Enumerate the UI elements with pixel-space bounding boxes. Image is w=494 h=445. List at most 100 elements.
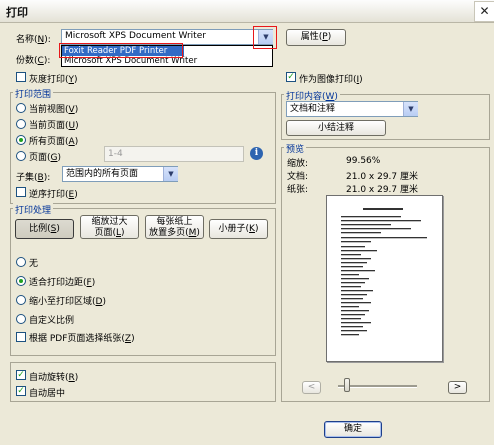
current-view-label: 当前视图(V): [29, 105, 79, 115]
ok-button[interactable]: 确定: [324, 421, 382, 438]
pdf-page-size-label: 根据 PDF页面选择纸张(Z): [29, 334, 135, 344]
scale-tab-button[interactable]: 比例(S): [15, 219, 74, 239]
auto-center-checkbox[interactable]: ✓: [16, 386, 26, 396]
properties-button[interactable]: 属性(P): [286, 29, 346, 46]
print-content-select[interactable]: 文档和注释: [286, 101, 418, 117]
print-content-selected-value: 文档和注释: [290, 104, 336, 114]
previous-page-button[interactable]: <: [302, 381, 321, 394]
preview-page-content: [341, 208, 427, 336]
preview-line: [341, 314, 365, 316]
preview-line: [341, 228, 411, 230]
preview-line: [341, 334, 359, 336]
highlight-box: [59, 43, 183, 58]
preview-page: [326, 195, 443, 362]
radio-scale-none[interactable]: [16, 257, 26, 267]
preview-line: [341, 232, 381, 234]
zoom-label: 缩放:: [287, 159, 309, 169]
preview-line: [341, 270, 375, 272]
booklet-tab-button[interactable]: 小册子(K): [209, 219, 268, 239]
preview-line: [341, 282, 365, 284]
radio-custom-scale[interactable]: [16, 314, 26, 324]
document-size-label: 文档:: [287, 172, 309, 182]
print-content-dropdown-arrow-icon[interactable]: ▼: [403, 102, 418, 116]
highlight-box: [253, 26, 277, 49]
subset-select[interactable]: 范围内的所有页面: [62, 166, 178, 182]
copies-label: 份数(C):: [16, 56, 51, 66]
grayscale-label: 灰度打印(Y): [29, 75, 78, 85]
preview-line: [341, 278, 369, 280]
reverse-order-checkbox[interactable]: [16, 187, 26, 197]
preview-line: [341, 318, 361, 320]
radio-all-pages[interactable]: [16, 135, 26, 145]
subset-label: 子集(B):: [16, 173, 51, 183]
next-page-button[interactable]: >: [448, 381, 467, 394]
auto-rotate-label: 自动旋转(R): [29, 373, 79, 383]
preview-line: [341, 286, 361, 288]
preview-line: [341, 310, 369, 312]
grayscale-checkbox[interactable]: [16, 72, 26, 82]
preview-line: [341, 306, 359, 308]
summarize-comments-button[interactable]: 小结注释: [286, 120, 386, 136]
title-bar: [0, 0, 494, 23]
reverse-order-label: 逆序打印(E): [29, 190, 78, 200]
radio-current-page[interactable]: [16, 119, 26, 129]
multi-line-1: 每张纸上: [156, 217, 193, 227]
print-as-image-label: 作为图像打印(I): [299, 75, 363, 85]
radio-current-view[interactable]: [16, 103, 26, 113]
paper-size-label: 纸张:: [287, 185, 309, 195]
multiple-pages-tab-button[interactable]: 每张纸上 放置多页(M): [145, 215, 204, 239]
preview-line: [341, 290, 373, 292]
shrink-tab-button[interactable]: 缩放过大 页面(L): [80, 215, 139, 239]
scale-none-label: 无: [29, 259, 39, 269]
radio-pages[interactable]: [16, 151, 26, 161]
preview-line: [341, 294, 367, 296]
pages-input[interactable]: 1-4: [104, 146, 244, 162]
preview-title: 预览: [284, 142, 307, 155]
preview-line: [341, 246, 365, 248]
preview-line: [341, 322, 371, 324]
preview-line: [341, 302, 371, 304]
info-icon[interactable]: i: [250, 147, 263, 160]
preview-line: [363, 208, 403, 210]
radio-shrink-area[interactable]: [16, 295, 26, 305]
close-icon: ✕: [479, 4, 490, 18]
custom-scale-label: 自定义比例: [29, 316, 75, 326]
printer-name-label: 名称(N):: [16, 35, 51, 45]
subset-selected-value: 范围内的所有页面: [66, 169, 139, 179]
auto-rotate-checkbox[interactable]: ✓: [16, 370, 26, 380]
preview-line: [341, 224, 391, 226]
preview-line: [341, 330, 367, 332]
print-as-image-checkbox[interactable]: ✓: [286, 72, 296, 82]
shrink-line-2: 页面(L): [94, 228, 125, 238]
pdf-page-size-checkbox[interactable]: [16, 332, 26, 342]
preview-line: [341, 237, 427, 239]
shrink-area-label: 缩小至打印区域(D): [29, 297, 106, 307]
zoom-value: 99.56%: [346, 156, 381, 166]
radio-fit-margins[interactable]: [16, 276, 26, 286]
page-slider-thumb[interactable]: [344, 378, 350, 392]
subset-dropdown-arrow-icon[interactable]: ▼: [163, 167, 178, 181]
preview-line: [341, 250, 377, 252]
preview-line: [341, 258, 371, 260]
document-size-value: 21.0 x 29.7 厘米: [346, 172, 418, 182]
all-pages-label: 所有页面(A): [29, 137, 79, 147]
preview-line: [341, 274, 359, 276]
paper-size-value: 21.0 x 29.7 厘米: [346, 185, 418, 195]
multi-line-2: 放置多页(M): [149, 228, 200, 238]
close-button[interactable]: ✕: [474, 1, 494, 22]
preview-line: [341, 266, 363, 268]
preview-line: [341, 262, 367, 264]
shrink-line-1: 缩放过大: [91, 217, 128, 227]
fit-margins-label: 适合打印边距(F): [29, 278, 96, 288]
preview-line: [341, 254, 361, 256]
printer-selected-value: Microsoft XPS Document Writer: [65, 31, 206, 41]
window-title: 打印: [6, 6, 28, 19]
pages-label: 页面(G): [29, 153, 62, 163]
preview-line: [341, 298, 363, 300]
preview-line: [341, 216, 401, 218]
print-range-title: 打印范围: [13, 87, 54, 100]
preview-line: [341, 220, 421, 222]
current-page-label: 当前页面(U): [29, 121, 79, 131]
preview-line: [341, 241, 371, 243]
preview-line: [341, 326, 363, 328]
